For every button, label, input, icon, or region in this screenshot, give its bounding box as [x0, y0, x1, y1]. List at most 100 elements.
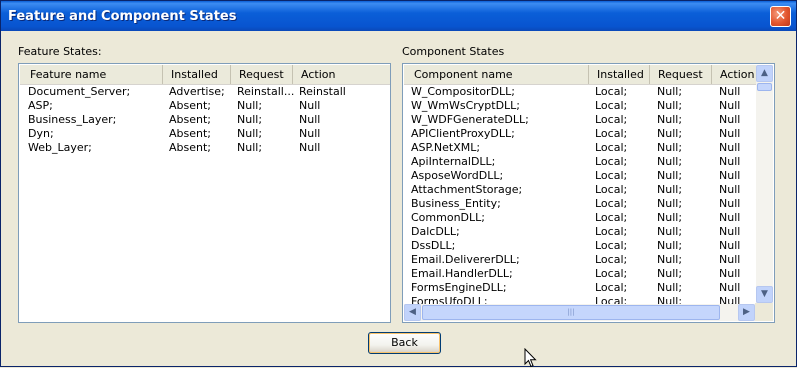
cell-request: Null; — [657, 253, 683, 266]
cell-request: Null; — [237, 99, 263, 112]
cell-request: Null; — [237, 113, 263, 126]
cell-installed: Local; — [595, 169, 628, 182]
cell-installed: Local; — [595, 99, 628, 112]
cell-name: DssDLL; — [411, 239, 456, 252]
cell-action: Null — [299, 141, 321, 154]
cell-request: Null; — [657, 85, 683, 98]
cell-name: AsposeWordDLL; — [411, 169, 504, 182]
cell-request: Null; — [657, 113, 683, 126]
mouse-cursor-icon — [524, 348, 537, 368]
cell-action: Null — [719, 239, 741, 252]
cell-name: ApiInternalDLL; — [411, 155, 496, 168]
cell-request: Null; — [657, 127, 683, 140]
title-bar[interactable]: Feature and Component States ✕ — [1, 1, 796, 31]
scroll-left-icon: ◀ — [409, 307, 416, 317]
column-header-action[interactable]: Action — [292, 65, 390, 84]
scroll-down-button[interactable]: ▼ — [756, 286, 773, 303]
vertical-scrollbar[interactable]: ▲ ▼ — [756, 65, 773, 303]
cell-name: Document_Server; — [28, 85, 131, 98]
cell-action: Null — [719, 225, 741, 238]
cell-installed: Local; — [595, 183, 628, 196]
cell-installed: Absent; — [169, 113, 211, 126]
feature-list-header: Feature name Installed Request Action — [20, 65, 390, 85]
cell-request: Null; — [237, 127, 263, 140]
cell-installed: Absent; — [169, 127, 211, 140]
cell-action: Null — [719, 113, 741, 126]
cell-installed: Local; — [595, 211, 628, 224]
cell-action: Null — [719, 127, 741, 140]
cell-installed: Local; — [595, 253, 628, 266]
cell-request: Null; — [657, 211, 683, 224]
feature-states-list[interactable]: Feature name Installed Request Action Do… — [18, 63, 391, 323]
cell-installed: Local; — [595, 113, 628, 126]
cell-request: Null; — [657, 225, 683, 238]
cell-name: FormsEngineDLL; — [411, 281, 507, 294]
component-states-list[interactable]: Component name Installed Request Action … — [402, 63, 775, 323]
column-header-feature-name[interactable]: Feature name — [22, 65, 162, 84]
cell-installed: Local; — [595, 141, 628, 154]
component-list-header: Component name Installed Request Action — [404, 65, 757, 85]
column-header-installed[interactable]: Installed — [162, 65, 230, 84]
cell-name: Dyn; — [28, 127, 54, 140]
cell-installed: Local; — [595, 127, 628, 140]
cell-action: Null — [719, 155, 741, 168]
cell-name: ASP; — [28, 99, 53, 112]
cell-name: APIClientProxyDLL; — [411, 127, 515, 140]
cell-action: Null — [719, 281, 741, 294]
back-button[interactable]: Back — [368, 332, 441, 354]
column-header-installed[interactable]: Installed — [588, 65, 649, 84]
cell-action: Null — [719, 253, 741, 266]
cell-action: Null — [719, 141, 741, 154]
column-header-component-name[interactable]: Component name — [406, 65, 588, 84]
cell-action: Null — [719, 169, 741, 182]
cell-name: DalcDLL; — [411, 225, 460, 238]
cell-name: Email.HandlerDLL; — [411, 267, 513, 280]
feature-states-label: Feature States: — [18, 45, 102, 58]
cell-action: Null — [719, 197, 741, 210]
cell-action: Null — [719, 183, 741, 196]
scroll-left-button[interactable]: ◀ — [404, 304, 421, 321]
cell-name: Email.DelivererDLL; — [411, 253, 520, 266]
vertical-scroll-thumb[interactable] — [757, 83, 772, 91]
cell-installed: Local; — [595, 197, 628, 210]
scrollbar-corner — [755, 303, 773, 321]
cell-installed: Advertise; — [169, 85, 225, 98]
column-header-action[interactable]: Action — [711, 65, 757, 84]
cell-request: Null; — [657, 183, 683, 196]
column-header-request[interactable]: Request — [649, 65, 711, 84]
cell-installed: Absent; — [169, 99, 211, 112]
cell-request: Null; — [657, 197, 683, 210]
close-button[interactable]: ✕ — [770, 6, 791, 27]
cell-name: CommonDLL; — [411, 211, 485, 224]
cell-name: W_WmWsCryptDLL; — [411, 99, 521, 112]
cell-request: Null; — [657, 281, 683, 294]
horizontal-scroll-thumb[interactable]: ||| — [422, 305, 720, 320]
dialog-window: Feature and Component States ✕ Feature S… — [0, 0, 797, 368]
cell-action: Null — [299, 127, 321, 140]
cell-installed: Local; — [595, 267, 628, 280]
cell-request: Null; — [657, 267, 683, 280]
scroll-right-button[interactable]: ▶ — [738, 304, 755, 321]
window-title: Feature and Component States — [8, 9, 237, 24]
cell-installed: Local; — [595, 225, 628, 238]
cell-name: Web_Layer; — [28, 141, 92, 154]
cell-action: Null — [719, 85, 741, 98]
cell-action: Null — [299, 113, 321, 126]
scroll-up-button[interactable]: ▲ — [756, 65, 773, 82]
grip-icon: ||| — [567, 308, 575, 316]
column-header-request[interactable]: Request — [230, 65, 292, 84]
cell-request: Null; — [657, 99, 683, 112]
scroll-up-icon: ▲ — [761, 68, 768, 78]
scroll-down-icon: ▼ — [761, 289, 768, 299]
cell-name: Business_Entity; — [411, 197, 501, 210]
cell-installed: Local; — [595, 155, 628, 168]
horizontal-scrollbar[interactable]: ◀ ||| ▶ — [404, 304, 755, 321]
scroll-right-icon: ▶ — [743, 307, 750, 317]
cell-request: Null; — [657, 169, 683, 182]
cell-name: Business_Layer; — [28, 113, 117, 126]
cell-installed: Local; — [595, 281, 628, 294]
cell-action: Null — [299, 99, 321, 112]
cell-name: W_WDFGenerateDLL; — [411, 113, 529, 126]
cell-name: ASP.NetXML; — [411, 141, 481, 154]
close-icon: ✕ — [774, 8, 787, 24]
